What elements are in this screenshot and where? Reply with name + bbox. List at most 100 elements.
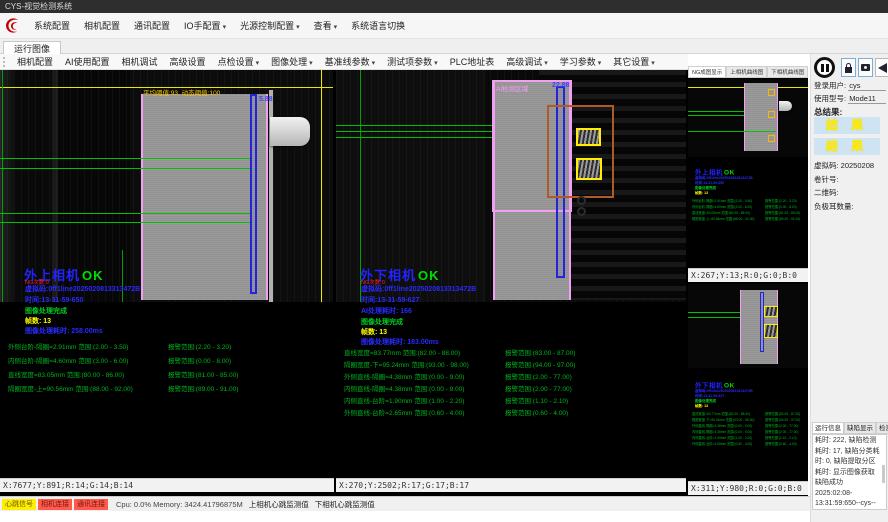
measure-line-green [0,222,252,223]
tool-label: 相机配置 [17,57,53,67]
alarm-range-text: 报警范围:(2.20 - 3.20) [168,341,231,351]
alarm-range-text: 报警范围:(0.00 - 8.00) [168,355,231,365]
log-text: 耗时: 222, 缺陷检测耗时: 17, 缺陷分类耗时: 0, 缺陷提取分区耗时… [815,437,880,510]
chevron-down-icon: ▾ [296,24,300,31]
menu-item-comm-config[interactable]: 通讯配置 [127,19,177,32]
camera-button[interactable] [858,58,873,77]
width-value-label: 22.88 [552,82,570,89]
tool-label: 相机调试 [122,57,158,67]
barcode-text: 虚拟码:0ff1line2025020813313472B [25,284,140,294]
chevron-down-icon: ▾ [223,24,227,31]
exit-button[interactable] [875,58,888,77]
menu-label: 查看 [314,21,332,31]
tool-test-params[interactable]: 测试项参数▾ [381,55,444,68]
measure-line-green [688,317,740,318]
menu-label: 光源控制配置 [240,21,294,31]
camera-view-lower[interactable]: AI检测区域 22.88 外下相机OK NG次数:0 虚拟码:0ff1line2… [336,70,686,478]
alarm-range-text: 报警范围:(2.20 - 3.20) [765,198,797,203]
tool-baseline-params[interactable]: 基准线参数▾ [319,55,382,68]
upper-camera-heartbeat-text: 上相机心跳监测值 [249,499,309,510]
virtual-code-text: 虚拟码: 20250208 [814,160,874,171]
tool-ai-use-config[interactable]: AI使用配置 [59,55,116,68]
tool-other-settings[interactable]: 其它设置▾ [607,55,661,68]
model-row: 使用型号: Mode11 [814,93,886,104]
frame-count-text: 帧数: 13 [695,404,708,409]
menu-item-system-config[interactable]: 系统配置 [27,19,77,32]
camera-icon [861,64,870,71]
log-scrollbar[interactable] [882,465,885,483]
alarm-range-text: 报警范围:(1.10 - 2.10) [765,435,797,440]
menu-bar: 系统配置 相机配置 通讯配置 IO手配置▾ 光源控制配置▾ 查看▾ 系统语言切换 [0,13,888,39]
tool-label: AI使用配置 [65,57,110,67]
menu-item-camera-config[interactable]: 相机配置 [77,19,127,32]
measurement-text: 外侧台阶-隔圈=2.91mm 范围:(2.00 - 3.50) [692,198,752,203]
tool-label: 高级设置 [170,57,206,67]
lock-button[interactable] [841,58,856,77]
tab-run-info[interactable]: 运行信息 [812,422,844,434]
tab-lower-curve[interactable]: 下相机曲线图 [767,66,808,78]
alarm-range-text: 报警范围:(2.00 - 77.00) [505,383,572,393]
main-image-area: 5.88 平均阈值:93, 动态阈值:100 外上相机OK NG次数:0 虚拟码… [0,70,808,496]
negative-tab-count-label: 负极耳数量: [814,201,854,212]
model-field[interactable]: Mode11 [848,94,886,104]
marker-box [768,135,775,142]
coordinate-bar-upper: X:7677;Y:891;R:14;G:14;B:14 [0,478,334,492]
alarm-range-text: 报警范围:(0.00 - 8.00) [765,204,797,209]
menu-label: 相机配置 [84,21,120,31]
chevron-down-icon: ▾ [334,24,338,31]
menu-item-view[interactable]: 查看▾ [307,19,345,32]
tool-image-process[interactable]: 图像处理▾ [265,55,319,68]
tab-run-image[interactable]: 运行图像 [3,41,61,55]
frame-count-text: 帧数: 13 [25,316,51,326]
mini-view-lower[interactable]: 外下相机OK 虚拟码:0ff1line2025020813313472B 时间:… [688,284,808,481]
measurement-text: 外侧直线-隔圈=4.38mm 范围:(0.00 - 9.00) [344,371,464,381]
marker-box [768,111,775,118]
tool-advanced-settings[interactable]: 高级设置 [164,55,212,68]
alarm-range-text: 报警范围:(83.00 - 87.00) [765,411,800,416]
login-user-field[interactable]: cys [848,81,886,91]
tool-label: 学习参数 [560,57,596,67]
tool-spot-check[interactable]: 点检设置▾ [212,55,266,68]
tool-camera-config[interactable]: 相机配置 [11,55,59,68]
coordinate-bar-mini-lower: X:311;Y:980;R:0;G:0;B:0 [688,481,808,495]
detected-tab-box [764,324,778,338]
lock-icon [845,67,852,73]
qr-code-label: 二维码: [814,187,839,198]
side-panel: 登录用户: cys 使用型号: Mode11 总结果: 结 果 结 果 虚拟码:… [810,54,888,522]
login-user-label: 登录用户: [814,81,846,90]
mini-view-upper[interactable]: 外上相机OK 虚拟码:0ff1line2025020813313472B 时间:… [688,79,808,268]
pause-button[interactable] [814,57,835,78]
menu-item-io-config[interactable]: IO手配置▾ [177,19,233,32]
alarm-range-text: 报警范围:(89.00 - 91.00) [168,383,238,393]
tab-strip: 运行图像 [0,39,888,54]
tool-advanced-debug[interactable]: 高级调试▾ [500,55,554,68]
tab-defect-display[interactable]: 缺陷显示 [844,422,876,434]
log-tabs: 运行信息 缺陷显示 检测信息 [812,422,888,434]
cpu-memory-text: Cpu: 0.0% Memory: 3424.41796875M [116,500,243,509]
mini-result-overlay-upper: 外上相机OK 虚拟码:0ff1line2025020813313472B 时间:… [690,167,808,247]
application-window: CYS-视觉检测系统 系统配置 相机配置 通讯配置 IO手配置▾ 光源控制配置▾… [0,0,888,522]
measurement-text: 内侧台阶-隔圈=4.60mm 范围:(3.00 - 6.00) [8,355,128,365]
tool-learning-params[interactable]: 学习参数▾ [554,55,608,68]
detected-tab-box [576,128,601,146]
tab-upper-curve[interactable]: 上相机曲线图 [726,66,767,78]
tool-camera-debug[interactable]: 相机调试 [116,55,164,68]
pause-icon [821,64,824,72]
ai-roi-box [547,105,614,198]
measurement-text: 外侧直线-台阶=2.65mm 范围:(0.60 - 4.00) [692,441,752,446]
detected-tab-box [576,158,602,180]
tab-ng-image[interactable]: NG成图显示 [688,66,726,78]
tool-plc-address[interactable]: PLC地址表 [444,55,501,68]
frame-count-text: 帧数: 13 [695,191,708,196]
menu-label: 系统语言切换 [351,21,405,31]
camera-view-upper[interactable]: 5.88 平均阈值:93, 动态阈值:100 外上相机OK NG次数:0 虚拟码… [0,70,333,478]
tab-detect-info[interactable]: 检测信息 [876,422,888,434]
measurement-text: 内侧直线-隔圈=4.38mm 范围:(0.00 - 9.00) [692,429,752,434]
menu-item-language[interactable]: 系统语言切换 [344,19,412,32]
toolbar-handle[interactable] [3,57,7,67]
menu-item-light-config[interactable]: 光源控制配置▾ [233,19,307,32]
measure-line-green [0,168,252,169]
width-measure-box [250,94,257,294]
log-output[interactable]: 耗时: 222, 缺陷检测耗时: 17, 缺陷分类耗时: 0, 缺陷提取分区耗时… [812,434,887,510]
app-logo-icon [4,17,21,34]
